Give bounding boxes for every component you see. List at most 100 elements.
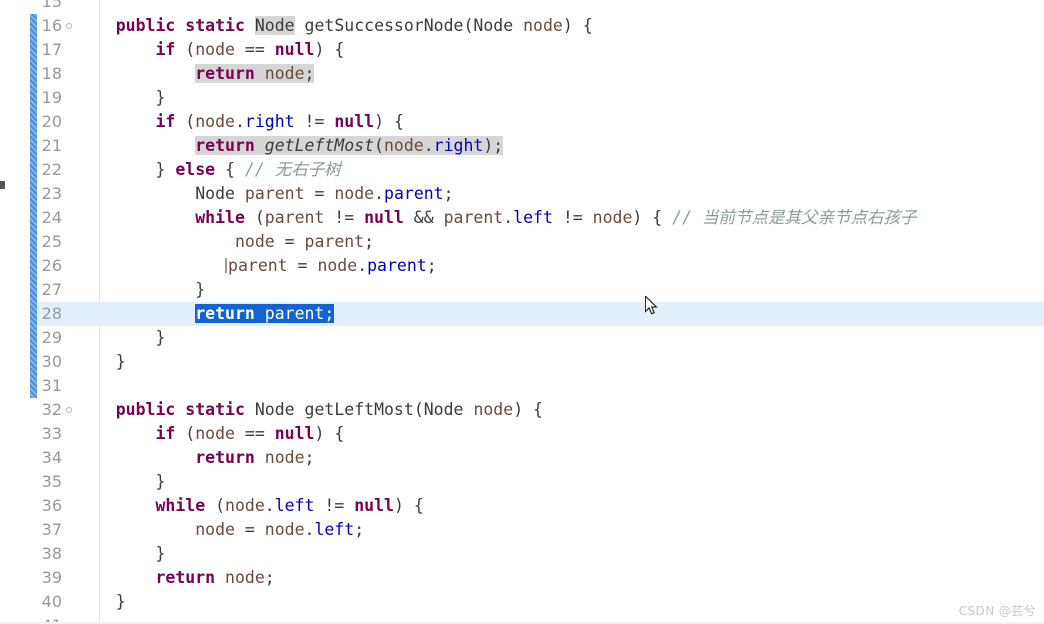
line-number[interactable]: 31: [0, 374, 62, 398]
code-line[interactable]: 38 }: [0, 542, 1044, 566]
code-editor[interactable]: 15 16 public static Node getSuccessorNode…: [0, 0, 1044, 624]
code-token: ==: [234, 424, 275, 443]
line-number[interactable]: 23: [0, 182, 62, 206]
line-number[interactable]: 15: [0, 0, 62, 14]
code-token: Node: [254, 400, 295, 419]
code-line[interactable]: 18 return node;: [0, 62, 1044, 86]
code-line[interactable]: 23 Node parent = node.parent;: [0, 182, 1044, 206]
code-token: node: [334, 184, 375, 203]
code-text[interactable]: }: [76, 590, 126, 614]
code-line[interactable]: 19 }: [0, 86, 1044, 110]
code-text[interactable]: while (parent != null && parent.left != …: [76, 206, 916, 230]
code-line[interactable]: 39 return node;: [0, 566, 1044, 590]
line-number[interactable]: 40: [0, 590, 62, 614]
line-number[interactable]: 38: [0, 542, 62, 566]
code-token: left: [314, 520, 355, 539]
line-number[interactable]: 20: [0, 110, 62, 134]
code-token: =: [304, 184, 335, 203]
code-text[interactable]: }: [76, 350, 126, 374]
code-line[interactable]: 29 }: [0, 326, 1044, 350]
code-text[interactable]: Node parent = node.parent;: [76, 182, 454, 206]
selected-token: [254, 304, 265, 323]
code-text[interactable]: }: [76, 326, 165, 350]
line-number[interactable]: 35: [0, 470, 62, 494]
code-token: getLeftMost: [304, 400, 414, 419]
code-text[interactable]: if (node == null) {: [76, 38, 344, 62]
code-line[interactable]: 30 }: [0, 350, 1044, 374]
line-number[interactable]: 39: [0, 566, 62, 590]
line-number[interactable]: 34: [0, 446, 62, 470]
code-line[interactable]: 36 while (node.left != null) {: [0, 494, 1044, 518]
line-number[interactable]: 21: [0, 134, 62, 158]
code-text[interactable]: return parent;: [76, 302, 335, 326]
code-fold-icon[interactable]: [66, 407, 72, 413]
line-number[interactable]: 19: [0, 86, 62, 110]
code-line[interactable]: 34 return node;: [0, 446, 1044, 470]
code-token: return: [195, 64, 255, 83]
code-token: node: [317, 256, 358, 275]
code-token: public: [115, 16, 176, 35]
code-text[interactable]: }: [76, 470, 165, 494]
line-number[interactable]: 17: [0, 38, 62, 62]
code-text[interactable]: return getLeftMost(node.right);: [76, 134, 504, 158]
code-text[interactable]: return node;: [76, 446, 314, 470]
code-text[interactable]: if (node == null) {: [76, 422, 344, 446]
code-line[interactable]: 24 while (parent != null && parent.left …: [0, 206, 1044, 230]
code-token: .: [304, 520, 315, 539]
code-text[interactable]: node = parent;: [76, 230, 374, 254]
code-token: (: [244, 208, 265, 227]
code-line[interactable]: 21 return getLeftMost(node.right);: [0, 134, 1044, 158]
code-line[interactable]: 16 public static Node getSuccessorNode(N…: [0, 14, 1044, 38]
code-text[interactable]: public static Node getSuccessorNode(Node…: [76, 14, 593, 38]
code-line[interactable]: 17 if (node == null) {: [0, 38, 1044, 62]
code-text[interactable]: }: [76, 86, 165, 110]
code-token: ) {: [632, 208, 673, 227]
code-token: ;: [443, 184, 454, 203]
code-line[interactable]: 20 if (node.right != null) {: [0, 110, 1044, 134]
line-number[interactable]: 26: [0, 254, 62, 278]
line-number[interactable]: 18: [0, 62, 62, 86]
code-token: Node: [423, 400, 464, 419]
code-text[interactable]: return node;: [76, 62, 315, 86]
line-number[interactable]: 16: [0, 14, 62, 38]
line-number[interactable]: 25: [0, 230, 62, 254]
code-line[interactable]: 40 }: [0, 590, 1044, 614]
code-text[interactable]: } else { // 无右子树: [76, 158, 340, 182]
line-number[interactable]: 24: [0, 206, 62, 230]
code-token: .: [423, 136, 434, 155]
code-line[interactable]: 28 return parent;: [0, 302, 1044, 326]
code-text[interactable]: parent = node.parent;: [76, 254, 437, 278]
line-number[interactable]: 36: [0, 494, 62, 518]
line-number[interactable]: 32: [0, 398, 62, 422]
code-token: ;: [364, 232, 375, 251]
line-number[interactable]: 37: [0, 518, 62, 542]
line-number[interactable]: 30: [0, 350, 62, 374]
line-number[interactable]: 27: [0, 278, 62, 302]
code-line[interactable]: 26 parent = node.parent;: [0, 254, 1044, 278]
code-line[interactable]: 32 public static Node getLeftMost(Node n…: [0, 398, 1044, 422]
code-line[interactable]: 22 } else { // 无右子树: [0, 158, 1044, 182]
line-number[interactable]: 29: [0, 326, 62, 350]
code-token: ;: [264, 568, 275, 587]
code-line[interactable]: 33 if (node == null) {: [0, 422, 1044, 446]
code-token: return: [155, 568, 216, 587]
code-text[interactable]: }: [76, 278, 205, 302]
code-text[interactable]: while (node.left != null) {: [76, 494, 423, 518]
code-line[interactable]: 37 node = node.left;: [0, 518, 1044, 542]
code-line[interactable]: 27 }: [0, 278, 1044, 302]
code-text[interactable]: return node;: [76, 566, 275, 590]
code-text[interactable]: if (node.right != null) {: [76, 110, 403, 134]
code-text[interactable]: }: [76, 542, 165, 566]
line-number[interactable]: 28: [0, 302, 62, 326]
code-line[interactable]: 35 }: [0, 470, 1044, 494]
code-fold-icon[interactable]: [66, 23, 72, 29]
line-number[interactable]: 22: [0, 158, 62, 182]
code-text[interactable]: node = node.left;: [76, 518, 364, 542]
line-number[interactable]: 33: [0, 422, 62, 446]
code-line[interactable]: 25 node = parent;: [0, 230, 1044, 254]
code-line[interactable]: 15: [0, 0, 1044, 14]
code-text[interactable]: public static Node getLeftMost(Node node…: [76, 398, 543, 422]
code-line[interactable]: 31: [0, 374, 1044, 398]
